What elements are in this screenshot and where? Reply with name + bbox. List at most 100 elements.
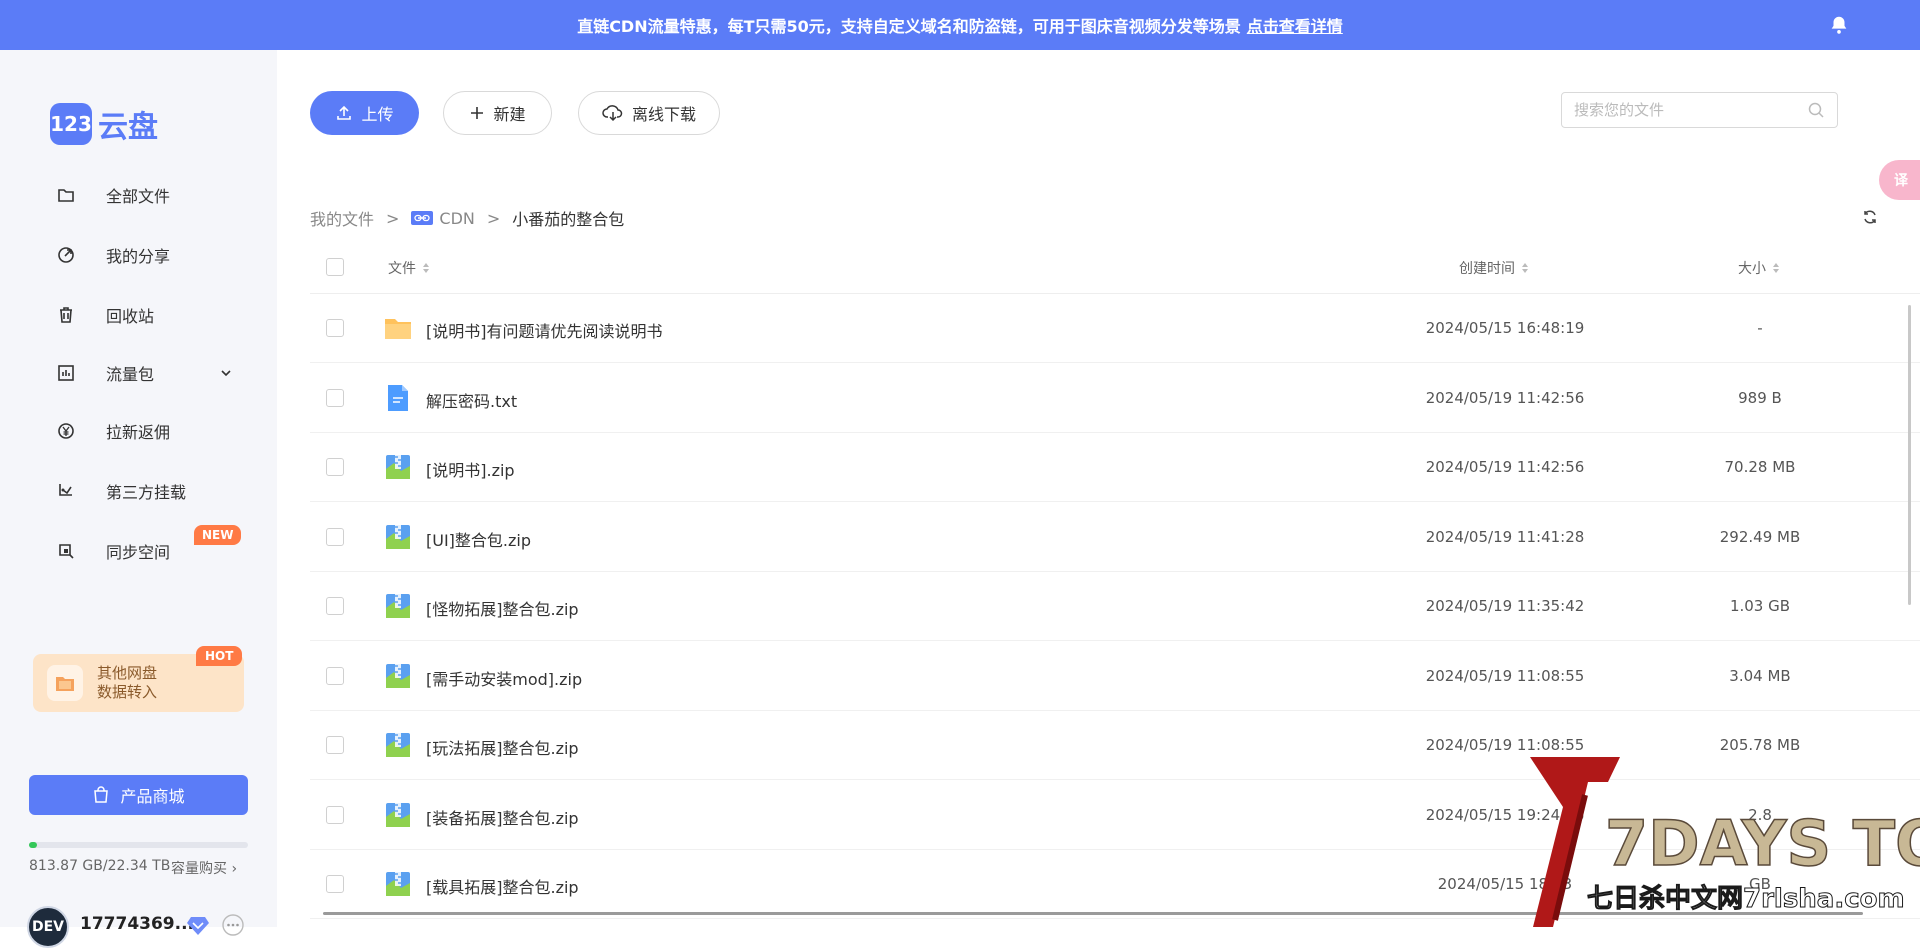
sidebar-item-recycle-bin[interactable]: 回收站 xyxy=(0,295,277,335)
logo-badge: 123 xyxy=(50,103,92,145)
storage-quota-fill xyxy=(29,842,37,848)
hot-badge: HOT xyxy=(196,646,243,666)
sidebar-item-label: 第三方挂载 xyxy=(106,483,187,502)
vertical-scrollbar[interactable] xyxy=(1908,305,1911,605)
row-checkbox[interactable] xyxy=(326,736,344,754)
mount-icon xyxy=(59,484,72,496)
sidebar-item-my-share[interactable]: 我的分享 xyxy=(0,235,277,275)
logo-text: 云盘 xyxy=(98,110,158,145)
search-input[interactable] xyxy=(1561,92,1838,128)
file-size: 1.03 GB xyxy=(1729,597,1791,615)
breadcrumb: 我的文件 > CDN > 小番茄的整合包 xyxy=(310,206,624,230)
sidebar-item-all-files[interactable]: 全部文件 xyxy=(0,175,277,215)
app-logo[interactable]: 123 云盘 xyxy=(50,102,158,146)
translate-button[interactable]: 译 xyxy=(1879,160,1920,200)
sidebar-item-traffic[interactable]: 流量包 xyxy=(0,353,277,393)
avatar[interactable]: DEV xyxy=(27,906,69,948)
zip-file-icon xyxy=(386,663,410,688)
vip-diamond-icon[interactable] xyxy=(186,914,210,936)
bell-icon[interactable] xyxy=(1828,14,1850,36)
zip-file-icon xyxy=(386,802,410,827)
file-name[interactable]: [需手动安装mod].zip xyxy=(426,666,582,690)
file-table-header: 文件 创建时间 大小 xyxy=(310,240,1920,294)
breadcrumb-cdn-label: CDN xyxy=(439,208,475,228)
zip-file-icon xyxy=(386,455,410,479)
table-row[interactable]: [说明书]有问题请优先阅读说明书 2024/05/15 16:48:19 - xyxy=(310,294,1920,363)
file-size: 3.04 MB xyxy=(1729,666,1791,685)
file-name[interactable]: [UI]整合包.zip xyxy=(426,527,531,551)
col-name-header[interactable]: 文件 xyxy=(388,258,430,278)
table-row[interactable]: 解压密码.txt 2024/05/19 11:42:56 989 B xyxy=(310,364,1920,433)
file-created-time: 2024/05/19 11:08:55 xyxy=(1425,666,1585,685)
sidebar-item-label: 全部文件 xyxy=(106,187,171,206)
banner-detail-link[interactable]: 点击查看详情 xyxy=(1247,13,1343,37)
file-name[interactable]: [装备拓展]整合包.zip xyxy=(426,805,579,829)
row-checkbox[interactable] xyxy=(326,527,344,546)
chart-icon xyxy=(58,365,74,381)
storage-quota-bar xyxy=(29,842,248,848)
offline-download-button[interactable]: 离线下载 xyxy=(578,91,720,135)
table-row[interactable]: [需手动安装mod].zip 2024/05/19 11:08:55 3.04 MB xyxy=(310,642,1920,711)
share-icon xyxy=(58,247,74,263)
file-name[interactable]: [说明书].zip xyxy=(426,457,515,481)
upload-button[interactable]: 上传 xyxy=(310,91,419,135)
breadcrumb-current: 小番茄的整合包 xyxy=(512,210,625,229)
col-size-label: 大小 xyxy=(1738,261,1766,277)
user-name[interactable]: 17774369... xyxy=(80,914,194,934)
search-icon[interactable] xyxy=(1807,101,1825,119)
file-created-time: 2024/05/15 16:48:19 xyxy=(1425,319,1585,337)
col-time-header[interactable]: 创建时间 xyxy=(1459,258,1529,278)
watermark-title: 7DAYS TO DIE xyxy=(1605,807,1920,880)
col-time-label: 创建时间 xyxy=(1459,261,1515,277)
zip-file-icon xyxy=(386,872,410,896)
sidebar-item-third-party-mount[interactable]: 第三方挂载 xyxy=(0,471,277,511)
game-watermark-logo: 7DAYS TO DIE 七日杀中文网7rlsha.com xyxy=(1530,757,1920,927)
sort-icon xyxy=(423,263,429,273)
row-checkbox[interactable] xyxy=(326,388,344,407)
select-all-checkbox[interactable] xyxy=(326,258,344,276)
row-checkbox[interactable] xyxy=(326,319,344,337)
file-created-time: 2024/05/19 11:41:28 xyxy=(1425,527,1585,546)
plus-icon xyxy=(471,107,484,119)
row-checkbox[interactable] xyxy=(326,597,344,615)
trash-icon xyxy=(60,307,72,323)
buy-capacity-label: 容量购买 xyxy=(171,861,227,877)
sidebar-item-referral[interactable]: 拉新返佣 xyxy=(0,411,277,451)
product-store-button[interactable]: 产品商城 xyxy=(29,775,248,815)
file-name[interactable]: [玩法拓展]整合包.zip xyxy=(426,735,579,759)
row-checkbox[interactable] xyxy=(326,875,344,893)
row-checkbox[interactable] xyxy=(326,458,344,476)
new-button[interactable]: 新建 xyxy=(443,91,552,135)
breadcrumb-cdn[interactable]: CDN xyxy=(411,208,475,228)
file-created-time: 2024/05/19 11:08:55 xyxy=(1425,736,1585,754)
sidebar-item-sync-space[interactable]: 同步空间 NEW xyxy=(0,525,277,571)
file-created-time: 2024/05/19 11:42:56 xyxy=(1425,388,1585,407)
file-created-time: 2024/05/19 11:35:42 xyxy=(1425,597,1585,615)
yen-icon xyxy=(58,423,74,439)
file-name[interactable]: 解压密码.txt xyxy=(426,388,517,412)
file-size: 989 B xyxy=(1738,388,1782,407)
table-row[interactable]: [说明书].zip 2024/05/19 11:42:56 70.28 MB xyxy=(310,433,1920,502)
refresh-icon[interactable] xyxy=(1861,208,1879,226)
folder-icon xyxy=(58,189,74,202)
watermark-subtitle: 七日杀中文网7rlsha.com xyxy=(1587,883,1905,914)
new-label: 新建 xyxy=(493,105,526,124)
breadcrumb-root[interactable]: 我的文件 xyxy=(310,206,374,230)
table-row[interactable]: [怪物拓展]整合包.zip 2024/05/19 11:35:42 1.03 GB xyxy=(310,572,1920,641)
storage-quota-text: 813.87 GB/22.34 TB xyxy=(29,858,171,874)
more-options-icon[interactable] xyxy=(222,914,244,936)
row-checkbox[interactable] xyxy=(326,805,344,824)
chevron-down-icon[interactable] xyxy=(218,365,234,381)
new-badge: NEW xyxy=(194,525,242,545)
file-name[interactable]: [怪物拓展]整合包.zip xyxy=(426,596,579,620)
col-size-header[interactable]: 大小 xyxy=(1738,258,1780,278)
row-checkbox[interactable] xyxy=(326,666,344,685)
file-name[interactable]: [载具拓展]整合包.zip xyxy=(426,874,579,898)
migrate-icon xyxy=(47,665,83,701)
buy-capacity-link[interactable]: 容量购买 › xyxy=(171,858,237,878)
sidebar-item-label: 我的分享 xyxy=(106,247,171,266)
file-name[interactable]: [说明书]有问题请优先阅读说明书 xyxy=(426,318,663,342)
sidebar: 123 云盘 全部文件 我的分享 回收站 流量包 拉新返佣 第三方挂载 同步空间… xyxy=(0,50,277,948)
zip-file-icon xyxy=(386,524,410,549)
table-row[interactable]: [UI]整合包.zip 2024/05/19 11:41:28 292.49 MB xyxy=(310,503,1920,572)
